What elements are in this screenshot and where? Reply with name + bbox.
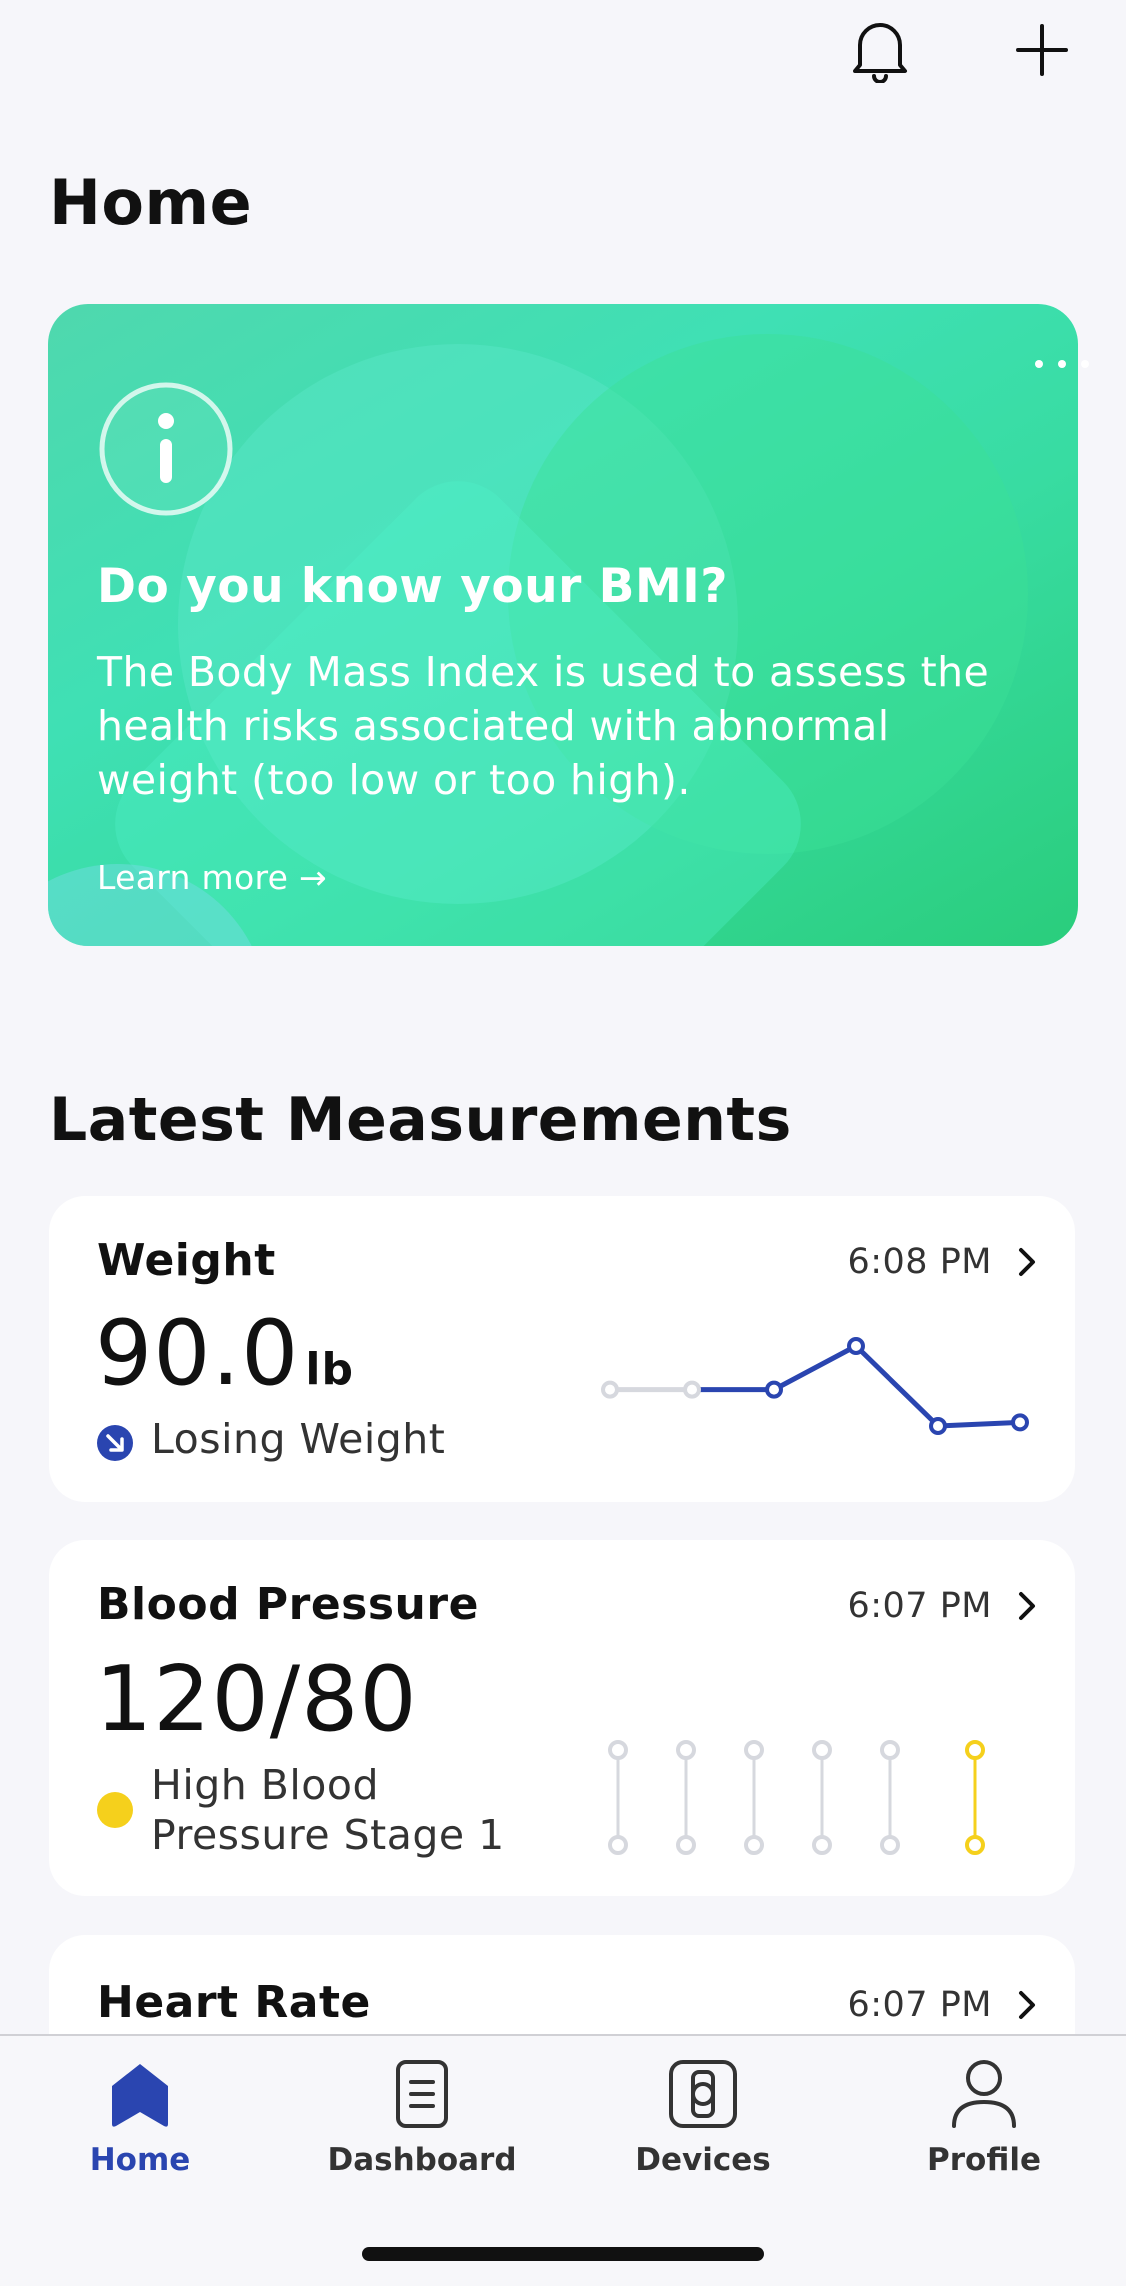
devices-icon	[667, 2054, 739, 2130]
bp-reading-point	[608, 1835, 628, 1855]
weight-title: Weight	[97, 1235, 276, 1286]
home-icon	[108, 2054, 172, 2130]
heart-rate-time: 6:07 PM	[847, 1985, 992, 2025]
page-title: Home	[49, 166, 253, 239]
weight-unit: lb	[305, 1344, 354, 1395]
nav-item-profile[interactable]: Profile	[884, 2054, 1084, 2182]
bp-reading-point	[676, 1740, 696, 1760]
bp-title: Blood Pressure	[97, 1579, 479, 1630]
bp-reading-point	[608, 1740, 628, 1760]
bp-reading-point	[744, 1835, 764, 1855]
weight-trend-point	[765, 1380, 783, 1399]
nav-label-dashboard: Dashboard	[327, 2142, 517, 2178]
weight-trend-point	[601, 1380, 619, 1399]
bp-reading-point	[880, 1835, 900, 1855]
bp-status: High Blood Pressure Stage 1	[97, 1760, 505, 1860]
plus-icon[interactable]	[1002, 10, 1082, 90]
nav-item-dashboard[interactable]: Dashboard	[322, 2054, 522, 2182]
nav-item-devices[interactable]: Devices	[603, 2054, 803, 2182]
nav-item-home[interactable]: Home	[40, 2054, 240, 2182]
bp-reading-point	[965, 1740, 985, 1760]
bmi-card-body: The Body Mass Index is used to assess th…	[97, 648, 990, 804]
weight-trend-point	[929, 1417, 947, 1435]
weight-trend-point	[847, 1337, 865, 1355]
bp-readings-chart	[608, 1740, 985, 1855]
bp-reading-point	[965, 1835, 985, 1855]
profile-icon	[950, 2054, 1018, 2130]
weight-trend-segment	[771, 1343, 859, 1393]
weight-trend-segment	[853, 1343, 941, 1429]
bmi-card-title: Do you know your BMI?	[97, 559, 728, 614]
bp-time: 6:07 PM	[847, 1586, 992, 1626]
chevron-right-icon[interactable]	[1012, 1242, 1042, 1282]
weight-trend-point	[683, 1380, 701, 1399]
blood-pressure-card[interactable]: Blood Pressure 6:07 PM 120/80 High Blood…	[49, 1540, 1075, 1896]
learn-more-link[interactable]: Learn more →	[97, 850, 327, 906]
bp-reading-point	[744, 1740, 764, 1760]
bp-status-line1: High Blood	[151, 1761, 379, 1809]
bp-reading-point	[812, 1835, 832, 1855]
bp-status-line2: Pressure Stage 1	[151, 1811, 505, 1859]
weight-trend-segment	[935, 1419, 1023, 1429]
bell-icon[interactable]	[840, 10, 920, 90]
bp-reading-point	[676, 1835, 696, 1855]
section-title: Latest Measurements	[49, 1085, 792, 1155]
more-dots-icon[interactable]	[1032, 356, 1092, 375]
chevron-right-icon[interactable]	[1012, 1586, 1042, 1626]
dashboard-icon	[394, 2054, 450, 2130]
info-icon	[98, 381, 234, 517]
nav-label-profile: Profile	[927, 2142, 1041, 2178]
nav-label-home: Home	[89, 2142, 191, 2178]
trend-down-icon	[97, 1422, 133, 1461]
bp-reading-point	[880, 1740, 900, 1760]
bp-value: 120/80	[95, 1647, 418, 1752]
weight-trend-chart	[601, 1337, 1029, 1435]
heart-rate-title: Heart Rate	[97, 1977, 371, 2028]
weight-trend-point	[1011, 1413, 1029, 1432]
weight-number: 90.0	[95, 1301, 300, 1406]
weight-time: 6:08 PM	[847, 1242, 992, 1282]
home-indicator	[362, 2247, 764, 2261]
bp-reading-point	[812, 1740, 832, 1760]
weight-status: Losing Weight	[97, 1414, 445, 1464]
chevron-right-icon[interactable]	[1012, 1985, 1042, 2025]
weight-card[interactable]: Weight 6:08 PM 90.0 lb Losing Weight	[49, 1196, 1075, 1502]
status-dot-icon	[97, 1792, 133, 1828]
nav-label-devices: Devices	[635, 2142, 771, 2178]
weight-value: 90.0 lb	[95, 1304, 354, 1420]
weight-status-label: Losing Weight	[151, 1415, 446, 1463]
